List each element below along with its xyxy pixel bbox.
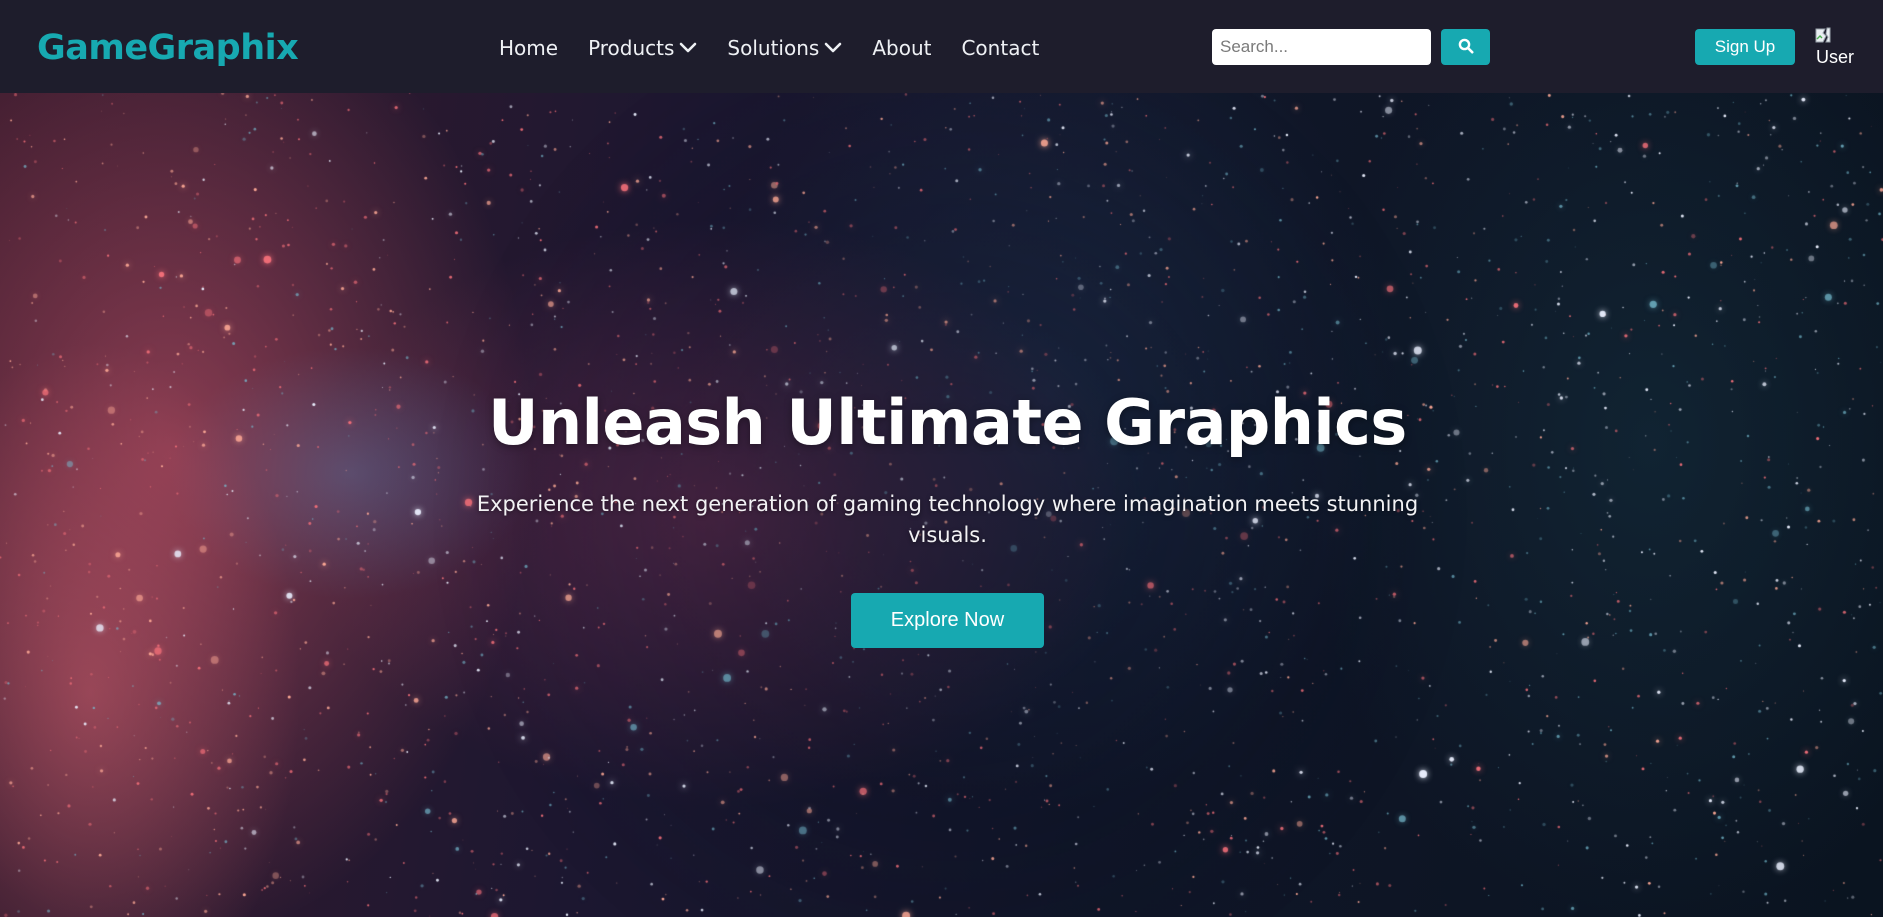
avatar[interactable]: User xyxy=(1812,24,1856,70)
top-navbar: GameGraphix Home Products Solutions Abou… xyxy=(0,0,1883,93)
explore-now-button[interactable]: Explore Now xyxy=(851,593,1044,648)
nav-item-solutions[interactable]: Solutions xyxy=(727,34,842,62)
chevron-down-icon xyxy=(824,42,842,54)
nav-item-about[interactable]: About xyxy=(872,34,931,62)
search-button[interactable] xyxy=(1441,29,1490,65)
signup-button[interactable]: Sign Up xyxy=(1695,29,1795,65)
hero-title: Unleash Ultimate Graphics xyxy=(488,386,1407,459)
broken-image-icon xyxy=(1814,26,1832,44)
search-icon xyxy=(1458,38,1474,57)
nav-item-label: Solutions xyxy=(727,36,820,60)
hero-subtitle: Experience the next generation of gaming… xyxy=(476,492,1419,547)
avatar-alt-text: User xyxy=(1816,47,1855,67)
search-input[interactable] xyxy=(1212,29,1431,65)
nav-item-label: Products xyxy=(588,36,675,60)
brand-logo[interactable]: GameGraphix xyxy=(37,26,299,70)
nav-item-contact[interactable]: Contact xyxy=(961,34,1039,62)
main-nav: Home Products Solutions About Contact xyxy=(499,34,1039,62)
chevron-down-icon xyxy=(679,42,697,54)
hero-section: Unleash Ultimate Graphics Experience the… xyxy=(0,93,1883,917)
nav-item-label: Contact xyxy=(961,36,1040,60)
nav-item-label: About xyxy=(872,36,932,60)
hero-content: Unleash Ultimate Graphics Experience the… xyxy=(0,93,1883,917)
nav-item-home[interactable]: Home xyxy=(499,34,558,62)
nav-item-products[interactable]: Products xyxy=(588,34,697,62)
nav-item-label: Home xyxy=(499,36,559,60)
